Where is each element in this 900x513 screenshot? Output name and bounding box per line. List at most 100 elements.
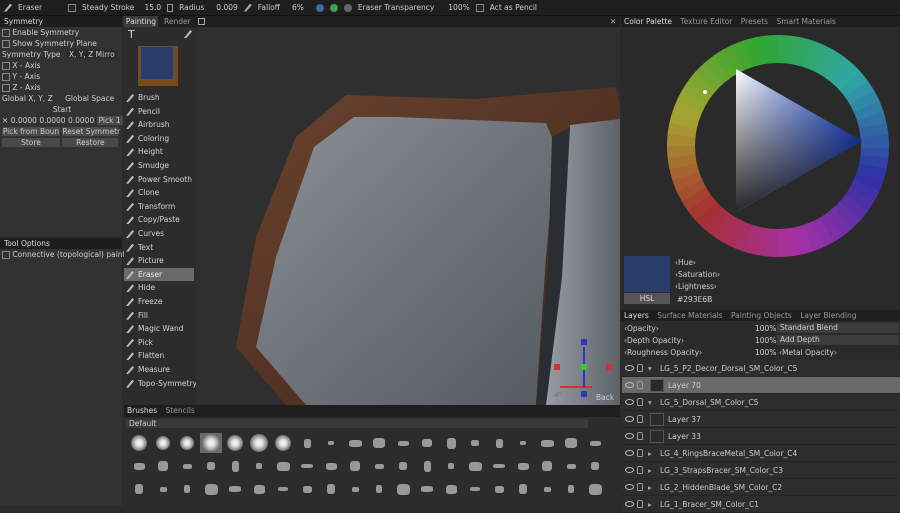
restore-button[interactable]: Restore — [62, 138, 119, 147]
brush-thumbnail[interactable] — [176, 433, 198, 453]
mode-icon-2[interactable] — [329, 3, 338, 12]
connective-checkbox[interactable] — [2, 251, 10, 259]
color-wheel[interactable] — [666, 34, 890, 258]
brush-thumbnail[interactable] — [128, 479, 150, 499]
metal-opacity-label[interactable]: ‹Metal Opacity› — [779, 348, 837, 357]
tool-smudge[interactable]: Smudge — [124, 159, 194, 172]
tab-texture-editor[interactable]: Texture Editor — [680, 16, 732, 27]
tool-hide[interactable]: Hide — [124, 281, 194, 294]
text-tool-icon[interactable]: T — [128, 28, 135, 41]
back-button[interactable]: Back — [596, 393, 614, 402]
radius-label[interactable]: Radius — [179, 3, 204, 12]
connective-row[interactable]: Connective (topological) paintin — [0, 249, 132, 260]
hex-value[interactable]: #293E6B — [677, 295, 712, 304]
y-axis-checkbox[interactable] — [2, 73, 10, 81]
tool-flatten[interactable]: Flatten — [124, 349, 194, 362]
falloff-value[interactable]: 6% — [292, 3, 304, 12]
brush-thumbnail[interactable] — [464, 456, 486, 476]
brush-thumbnail[interactable] — [320, 433, 342, 453]
brush-thumbnail[interactable] — [560, 456, 582, 476]
tab-render[interactable]: Render — [164, 16, 191, 27]
brush-thumbnail[interactable] — [560, 433, 582, 453]
lock-icon[interactable] — [637, 415, 643, 423]
depth-opacity-value[interactable]: 100% — [755, 336, 776, 345]
steady-stroke-label[interactable]: Steady Stroke — [82, 3, 134, 12]
tool-airbrush[interactable]: Airbrush — [124, 118, 194, 131]
expand-chevron-icon[interactable]: ▾ — [648, 360, 652, 377]
viewport[interactable]: Back ↶ — [196, 27, 620, 405]
expand-chevron-icon[interactable]: ▸ — [648, 479, 652, 496]
x-axis-row[interactable]: X - Axis — [0, 60, 122, 71]
brush-thumbnail[interactable] — [200, 456, 222, 476]
brush-thumbnail[interactable] — [488, 456, 510, 476]
brush-thumbnail[interactable] — [440, 456, 462, 476]
tool-pencil[interactable]: Pencil — [124, 105, 194, 118]
tool-transform[interactable]: Transform — [124, 200, 194, 213]
blend-mode-select[interactable]: Standard Blend — [777, 323, 899, 333]
tool-topo-symmetry[interactable]: Topo-Symmetry — [124, 377, 197, 390]
radius-value[interactable]: 0.009 — [216, 3, 237, 12]
brush-thumbnail[interactable] — [440, 479, 462, 499]
add-depth-select[interactable]: Add Depth — [777, 335, 899, 345]
tab-layer-blending[interactable]: Layer Blending — [800, 310, 856, 321]
brush-thumbnail[interactable] — [512, 479, 534, 499]
layer-row[interactable]: Layer 70 — [622, 377, 900, 394]
tool-text[interactable]: Text — [124, 241, 194, 254]
steady-stroke-checkbox[interactable] — [68, 3, 77, 12]
reset-symmetry-button[interactable]: Reset Symmetr — [62, 127, 120, 136]
brush-thumbnail[interactable] — [248, 433, 270, 453]
lock-icon[interactable] — [637, 398, 643, 406]
brush-thumbnail[interactable] — [392, 456, 414, 476]
tool-power-smooth[interactable]: Power Smooth — [124, 173, 194, 186]
opacity-value[interactable]: 100% — [755, 324, 776, 333]
eraser-transparency-label[interactable]: Eraser Transparency — [358, 3, 434, 12]
tool-fill[interactable]: Fill — [124, 309, 194, 322]
x-axis-checkbox[interactable] — [2, 62, 10, 70]
brush-preset-select[interactable]: Default — [126, 419, 588, 428]
mode-icon-1[interactable] — [315, 3, 324, 12]
brush-thumbnail[interactable] — [128, 433, 150, 453]
start-y-input[interactable]: 0.0000 — [39, 116, 65, 125]
tool-curves[interactable]: Curves — [124, 227, 194, 240]
lock-icon[interactable] — [637, 449, 643, 457]
enable-symmetry-row[interactable]: Enable Symmetry — [0, 27, 122, 38]
brush-thumbnail[interactable] — [536, 479, 558, 499]
tool-magic-wand[interactable]: Magic Wand — [124, 322, 194, 335]
tab-painting-objects[interactable]: Painting Objects — [731, 310, 792, 321]
lock-icon[interactable] — [167, 3, 174, 12]
tool-clone[interactable]: Clone — [124, 186, 194, 199]
lock-icon[interactable] — [637, 500, 643, 508]
z-axis-row[interactable]: Z - Axis — [0, 82, 122, 93]
act-as-pencil-label[interactable]: Act as Pencil — [490, 3, 537, 12]
tab-stencils[interactable]: Stencils — [166, 406, 195, 415]
brush-thumbnail[interactable] — [224, 479, 246, 499]
pen-icon[interactable] — [243, 3, 252, 12]
brush-thumbnail[interactable] — [584, 456, 606, 476]
tool-measure[interactable]: Measure — [124, 363, 194, 376]
brush-thumbnail[interactable] — [296, 433, 318, 453]
close-icon[interactable]: ✕ — [2, 116, 8, 125]
start-x-input[interactable]: 0.0000 — [11, 116, 37, 125]
eye-icon[interactable] — [625, 365, 634, 371]
brush-thumbnail[interactable] — [200, 479, 222, 499]
brush-thumbnail[interactable] — [344, 433, 366, 453]
tool-brush[interactable]: Brush — [124, 91, 194, 104]
mode-icon-3[interactable] — [343, 3, 352, 12]
brush-thumbnail[interactable] — [560, 479, 582, 499]
space-select[interactable]: Global Space — [65, 94, 114, 103]
tool-pick[interactable]: Pick — [124, 336, 194, 349]
show-plane-row[interactable]: Show Symmetry Plane — [0, 38, 122, 49]
eye-icon[interactable] — [625, 467, 634, 473]
enable-symmetry-checkbox[interactable] — [2, 29, 10, 37]
tab-color-palette[interactable]: Color Palette — [624, 16, 672, 27]
tab-painting[interactable]: Painting — [124, 16, 158, 27]
falloff-label[interactable]: Falloff — [258, 3, 280, 12]
brush-thumbnail[interactable] — [416, 456, 438, 476]
tab-brushes[interactable]: Brushes — [127, 406, 157, 415]
eye-icon[interactable] — [625, 484, 634, 490]
saturation-control[interactable]: ‹Saturation› — [675, 270, 720, 279]
tool-picture[interactable]: Picture — [124, 254, 194, 267]
tool-eraser[interactable]: Eraser — [124, 267, 194, 281]
layer-group-row[interactable]: ▸ LG_4_RingsBraceMetal_SM_Color_C4 — [622, 445, 900, 462]
expand-chevron-icon[interactable]: ▸ — [648, 496, 652, 513]
